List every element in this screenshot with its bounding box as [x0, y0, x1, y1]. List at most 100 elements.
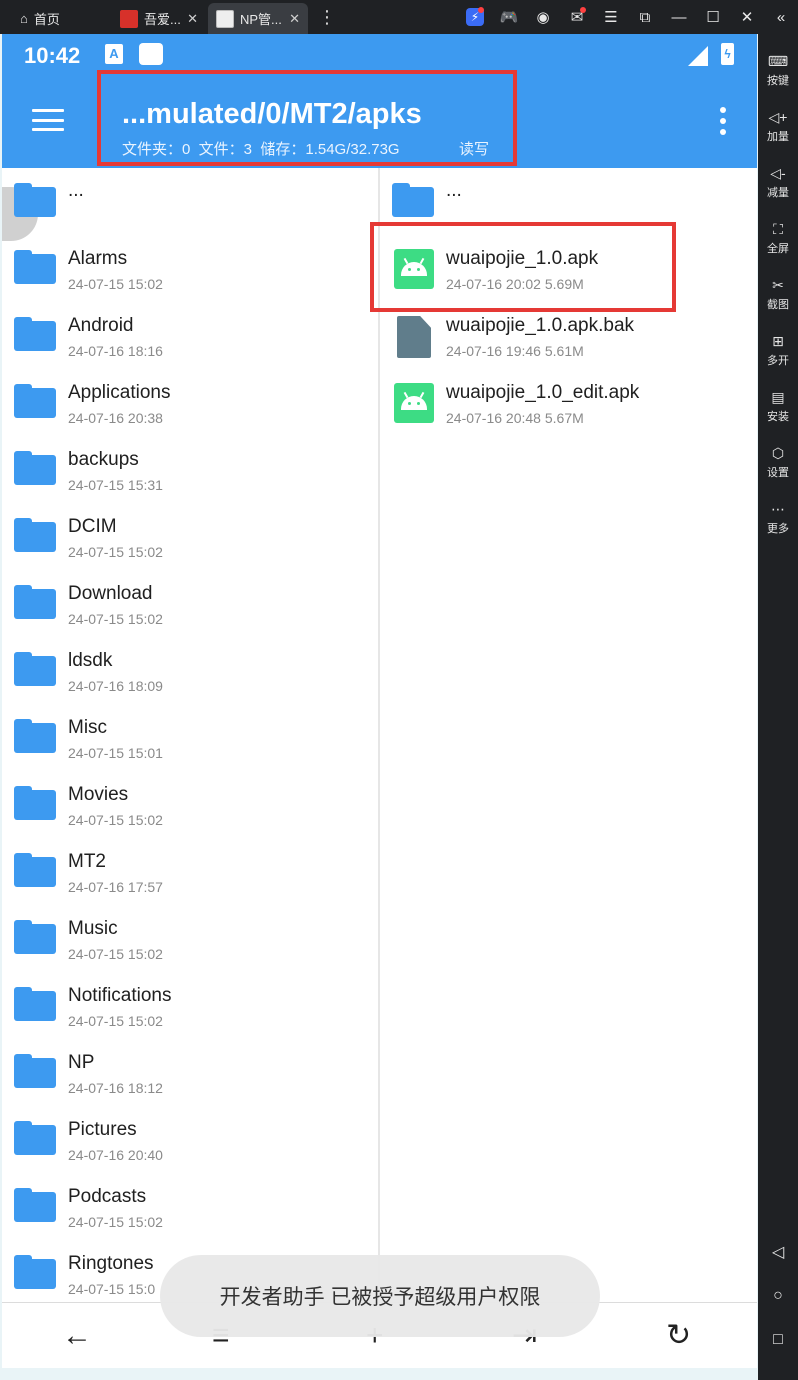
folder-meta: 24-07-15 15:01 — [68, 745, 163, 761]
sidebar-item-label: 按键 — [767, 75, 789, 87]
folder-name: ldsdk — [68, 650, 113, 671]
sidebar-item-label: 安装 — [767, 411, 789, 423]
drawer-menu-button[interactable] — [32, 109, 64, 131]
sidebar-item-volume-up[interactable]: ◁+ 加量 — [758, 106, 798, 144]
file-meta: 24-07-16 20:48 5.67M — [446, 410, 584, 426]
folder-icon — [14, 786, 56, 820]
sidebar-item-screenshot[interactable]: ✂ 截图 — [758, 274, 798, 312]
folder-meta: 24-07-15 15:02 — [68, 544, 163, 560]
refresh-icon[interactable]: ↻ — [666, 1321, 691, 1351]
folder-row[interactable]: Podcasts 24-07-15 15:02 — [2, 1173, 378, 1240]
settings-icon: ⬡ — [771, 445, 785, 461]
notification-square-icon — [139, 43, 163, 65]
folder-name: Misc — [68, 717, 108, 738]
folder-row[interactable]: Notifications 24-07-15 15:02 — [2, 972, 378, 1039]
hamburger-line — [32, 109, 64, 112]
sidebar-item-label: 截图 — [767, 299, 789, 311]
sidebar-item-more[interactable]: ⋯ 更多 — [758, 498, 798, 536]
emulator-back-icon[interactable]: ◁ — [758, 1242, 798, 1262]
folder-name: Applications — [68, 382, 171, 403]
overflow-menu-icon[interactable] — [720, 107, 728, 137]
sidebar-item-label: 设置 — [767, 467, 789, 479]
scissors-icon: ✂ — [772, 277, 784, 293]
file-row-bak[interactable]: wuaipojie_1.0.apk.bak 24-07-16 19:46 5.6… — [380, 302, 757, 369]
tab-np-manager[interactable]: NP管... ✕ — [208, 3, 308, 34]
right-file-pane: ... wuaipojie_1.0.apk 24-07-16 20:02 5.6… — [380, 168, 757, 1302]
menu-icon[interactable]: ☰ — [594, 0, 628, 34]
folder-icon — [14, 1255, 56, 1289]
folder-icon — [14, 1054, 56, 1088]
file-icon — [397, 316, 431, 358]
account-icon[interactable]: ◉ — [526, 0, 560, 34]
volume-down-icon: ◁- — [770, 165, 786, 181]
volume-up-icon: ◁+ — [768, 109, 788, 125]
folder-meta: 24-07-15 15:02 — [68, 946, 163, 962]
folder-icon — [14, 250, 56, 284]
emulator-recent-icon[interactable]: □ — [758, 1331, 798, 1349]
folder-row[interactable]: DCIM 24-07-15 15:02 — [2, 503, 378, 570]
folder-icon — [14, 1121, 56, 1155]
folder-row[interactable]: NP 24-07-16 18:12 — [2, 1039, 378, 1106]
folder-icon — [14, 183, 56, 217]
folder-meta: 24-07-16 20:38 — [68, 410, 163, 426]
maximize-icon[interactable]: ☐ — [696, 0, 730, 34]
folder-name: backups — [68, 449, 139, 470]
close-tab-icon[interactable]: ✕ — [187, 11, 198, 27]
folder-icon — [14, 652, 56, 686]
folder-meta: 24-07-16 18:16 — [68, 343, 163, 359]
folder-icon — [14, 451, 56, 485]
folder-icon — [14, 920, 56, 954]
folder-meta: 24-07-15 15:31 — [68, 477, 163, 493]
bolt-icon[interactable]: ⚡ — [458, 0, 492, 34]
tab-52pojie[interactable]: 吾爱... ✕ — [112, 3, 206, 34]
hamburger-line — [32, 128, 64, 131]
folder-meta: 24-07-15 15:02 — [68, 1214, 163, 1230]
folder-row[interactable]: Download 24-07-15 15:02 — [2, 570, 378, 637]
sidebar-item-keys[interactable]: ⌨ 按键 — [758, 50, 798, 88]
restore-icon[interactable]: ⧉ — [628, 0, 662, 34]
sidebar-item-volume-down[interactable]: ◁- 减量 — [758, 162, 798, 200]
close-tab-icon[interactable]: ✕ — [289, 11, 300, 27]
sidebar-item-install[interactable]: ▤ 安装 — [758, 386, 798, 424]
close-icon[interactable]: ✕ — [730, 0, 764, 34]
emulator-home-icon[interactable]: ○ — [758, 1287, 798, 1305]
folder-meta: 24-07-16 17:57 — [68, 879, 163, 895]
sidebar-item-label: 全屏 — [767, 243, 789, 255]
file-row-edit-apk[interactable]: wuaipojie_1.0_edit.apk 24-07-16 20:48 5.… — [380, 369, 757, 436]
folder-icon — [14, 317, 56, 351]
hamburger-line — [32, 118, 64, 122]
battery-icon: ϟ — [721, 43, 734, 65]
minimize-icon[interactable]: — — [662, 0, 696, 34]
collapse-sidebar-icon[interactable]: « — [764, 0, 798, 34]
gamepad-icon[interactable]: 🎮 — [492, 0, 526, 34]
tab-home[interactable]: ⌂ 首页 — [12, 3, 68, 34]
window-controls: ⚡ 🎮 ◉ ✉ ☰ ⧉ — ☐ ✕ « — [458, 0, 798, 34]
folder-meta: 24-07-15 15:0 — [68, 1281, 156, 1297]
folder-row[interactable]: MT2 24-07-16 17:57 — [2, 838, 378, 905]
folder-name: NP — [68, 1052, 95, 1073]
emulator-tab-bar: ⌂ 首页 吾爱... ✕ NP管... ✕ ⋮ ⚡ 🎮 ◉ ✉ ☰ ⧉ — ☐ … — [0, 0, 798, 34]
folder-name: Alarms — [68, 248, 128, 269]
folder-row[interactable]: backups 24-07-15 15:31 — [2, 436, 378, 503]
back-arrow-icon[interactable]: ← — [62, 1321, 92, 1351]
folder-name: Music — [68, 918, 118, 939]
folder-name: Notifications — [68, 985, 172, 1006]
folder-row[interactable]: Alarms 24-07-15 15:02 — [2, 235, 378, 302]
folder-row[interactable]: Misc 24-07-15 15:01 — [2, 704, 378, 771]
tab-menu-icon[interactable]: ⋮ — [318, 7, 336, 28]
sidebar-item-settings[interactable]: ⬡ 设置 — [758, 442, 798, 480]
sidebar-item-fullscreen[interactable]: ⛶ 全屏 — [758, 218, 798, 256]
apk-install-icon: ▤ — [771, 389, 785, 405]
sidebar-item-label: 多开 — [767, 355, 789, 367]
folder-row[interactable]: Music 24-07-15 15:02 — [2, 905, 378, 972]
sidebar-item-multi-open[interactable]: ⊞ 多开 — [758, 330, 798, 368]
folder-row[interactable]: Movies 24-07-15 15:02 — [2, 771, 378, 838]
parent-folder-row[interactable]: ... — [2, 168, 378, 235]
folder-row[interactable]: ldsdk 24-07-16 18:09 — [2, 637, 378, 704]
folder-row[interactable]: Applications 24-07-16 20:38 — [2, 369, 378, 436]
folder-row[interactable]: Pictures 24-07-16 20:40 — [2, 1106, 378, 1173]
mail-icon[interactable]: ✉ — [560, 0, 594, 34]
home-icon: ⌂ — [20, 11, 28, 26]
folder-row[interactable]: Android 24-07-16 18:16 — [2, 302, 378, 369]
folder-name: Android — [68, 315, 134, 336]
